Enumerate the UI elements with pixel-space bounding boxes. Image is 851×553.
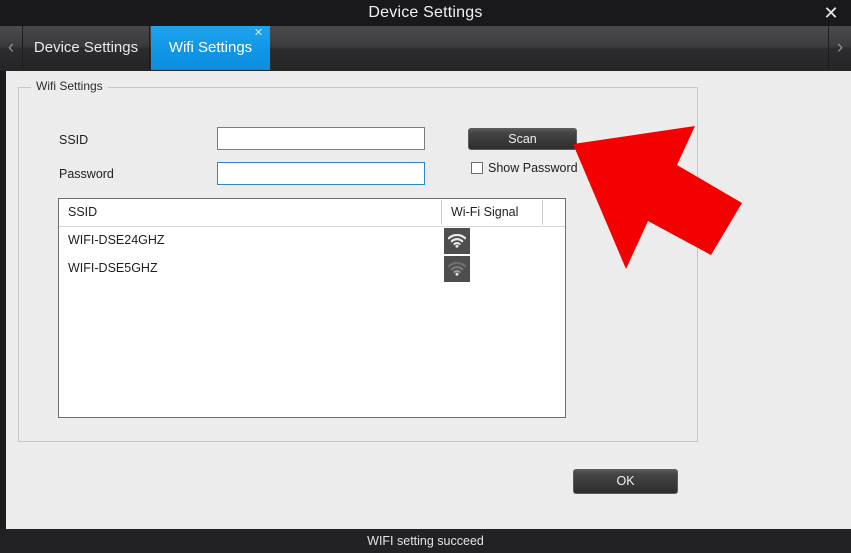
content-panel: Wifi Settings SSID Password Scan Show Pa… (0, 71, 851, 529)
tab-wifi-settings-label: Wifi Settings (168, 39, 253, 56)
wifi-signal-strong-icon (444, 228, 470, 254)
scan-button[interactable]: Scan (468, 128, 577, 150)
network-list-header: SSID Wi-Fi Signal (59, 199, 565, 227)
column-divider (441, 200, 442, 225)
tab-close-icon[interactable]: ✕ (252, 27, 265, 40)
network-ssid: WIFI-DSE5GHZ (68, 261, 158, 275)
close-icon[interactable]: ✕ (817, 0, 845, 26)
ssid-input[interactable] (217, 127, 425, 150)
password-label: Password (59, 167, 114, 181)
status-bar: WIFI setting succeed (0, 529, 851, 553)
ok-button[interactable]: OK (573, 469, 678, 494)
tab-wifi-settings[interactable]: Wifi Settings ✕ (151, 26, 270, 70)
show-password-label: Show Password (488, 161, 578, 175)
column-header-wifi-signal: Wi-Fi Signal (451, 205, 519, 219)
tab-strip: ‹ Device Settings Wifi Settings ✕ › (0, 26, 851, 72)
table-row[interactable]: WIFI-DSE24GHZ (59, 227, 565, 255)
tab-scroll-right-icon[interactable]: › (828, 26, 851, 70)
tab-device-settings-label: Device Settings (33, 39, 139, 56)
window-title: Device Settings (368, 4, 483, 21)
table-row[interactable]: WIFI-DSE5GHZ (59, 255, 565, 283)
network-ssid: WIFI-DSE24GHZ (68, 233, 165, 247)
window-titlebar: Device Settings ✕ (0, 0, 851, 26)
wifi-settings-groupbox: Wifi Settings SSID Password Scan Show Pa… (18, 79, 698, 442)
groupbox-title: Wifi Settings (31, 79, 108, 93)
column-divider (542, 200, 543, 225)
tab-scroll-left-icon[interactable]: ‹ (0, 26, 23, 70)
tab-device-settings[interactable]: Device Settings (22, 26, 150, 70)
wifi-signal-weak-icon (444, 256, 470, 282)
checkbox-box-icon[interactable] (471, 162, 483, 174)
column-header-ssid: SSID (68, 205, 98, 219)
password-input[interactable] (217, 162, 425, 185)
network-list[interactable]: SSID Wi-Fi Signal WIFI-DSE24GHZ WIFI-DSE… (58, 198, 566, 418)
show-password-checkbox[interactable]: Show Password (471, 161, 578, 175)
ssid-label: SSID (59, 133, 89, 147)
device-settings-window: Device Settings ✕ ‹ Device Settings Wifi… (0, 0, 851, 553)
